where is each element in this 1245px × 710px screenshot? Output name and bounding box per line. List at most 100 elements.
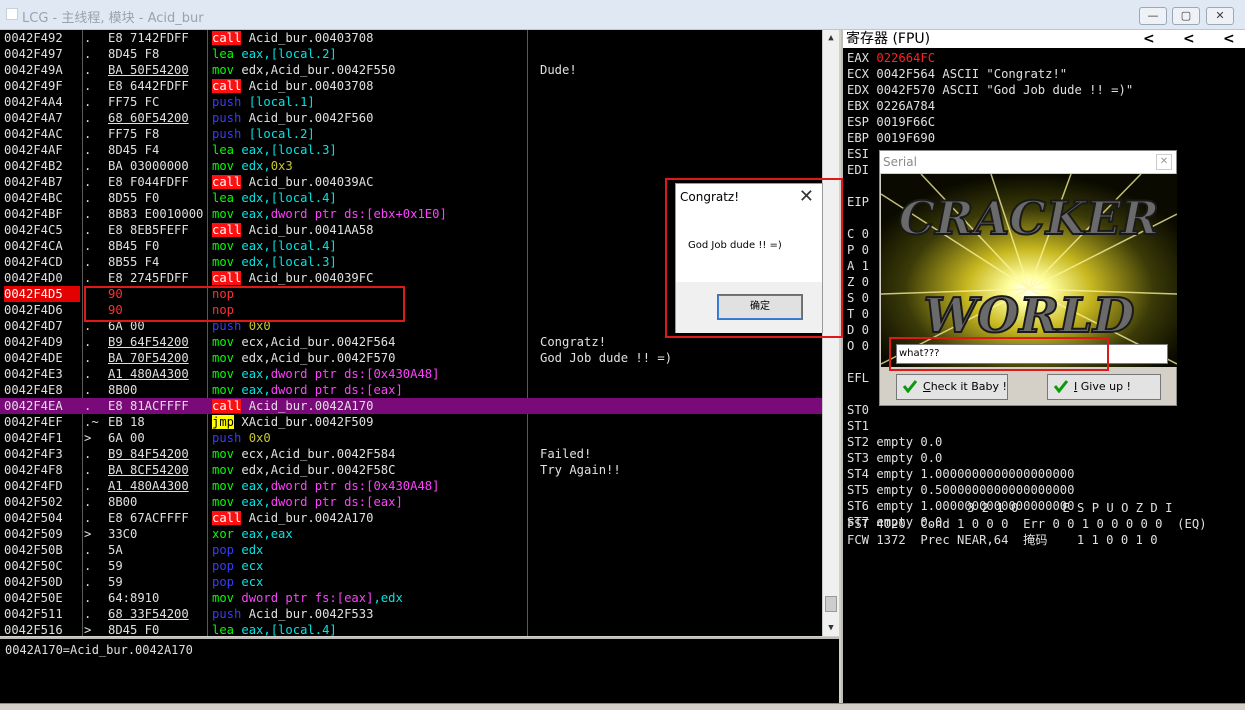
register-line[interactable]	[847, 354, 854, 370]
disasm-row[interactable]: 0042F509 >33C0 xor eax,eax	[0, 526, 822, 542]
register-line[interactable]: ST3 empty 0.0	[847, 450, 942, 466]
disasm-row[interactable]: 0042F50E. 64:8910 mov dword ptr fs:[eax],e…	[0, 590, 822, 606]
register-line[interactable]: ST4 empty 1.0000000000000000000	[847, 466, 1074, 482]
row-operand: edx	[241, 543, 264, 557]
disasm-row[interactable]: 0042F504. E8 67ACFFFF call Acid_bur.0042A1…	[0, 510, 822, 526]
ok-button[interactable]: 确定	[717, 294, 803, 320]
disasm-row[interactable]: 0042F4F8. BA 8CF54200 mov edx,Acid_bur.004…	[0, 462, 822, 478]
window-title: LCG - 主线程, 模块 - Acid_bur	[22, 11, 204, 26]
register-line[interactable]: EBX 0226A784	[847, 98, 935, 114]
row-address: 0042F4E8	[4, 383, 63, 397]
register-label: ESP	[847, 115, 870, 129]
disasm-row[interactable]: 0042F4EA. E8 81ACFFFF call Acid_bur.0042A1…	[0, 398, 822, 414]
register-line[interactable]: EDX 0042F570 ASCII "God Job dude !! =)"	[847, 82, 1133, 98]
register-line[interactable]: EIP	[847, 194, 876, 210]
give-up-button[interactable]: I Give up !	[1047, 374, 1161, 400]
register-line[interactable]: ST0	[847, 402, 876, 418]
row-instruction: push Acid_bur.0042F533	[212, 606, 526, 622]
register-label: ST5	[847, 483, 870, 497]
disasm-row[interactable]: 0042F516 >8D45 F0 lea eax,[local.4]	[0, 622, 822, 636]
register-line[interactable]: ECX 0042F564 ASCII "Congratz!"	[847, 66, 1067, 82]
check-it-baby-button[interactable]: Check it Baby !	[896, 374, 1008, 400]
row-marker: .	[84, 511, 92, 525]
disasm-row[interactable]: 0042F4E3. A1 480A4300 mov eax,dword ptr ds…	[0, 366, 822, 382]
disasm-row[interactable]: 0042F492. E8 7142FDFF call Acid_bur.004037…	[0, 30, 822, 46]
row-mnemonic: call	[212, 31, 242, 45]
register-line[interactable]: EBP 0019F690	[847, 130, 935, 146]
register-line[interactable]: EAX 022664FC	[847, 50, 935, 66]
serial-input-highlight-box	[889, 337, 1109, 371]
disasm-row[interactable]: 0042F50D. 59 pop ecx	[0, 574, 822, 590]
row-mnemonic: mov	[212, 159, 235, 173]
disasm-row[interactable]: 0042F4E8. 8B00 mov eax,dword ptr ds:[eax]	[0, 382, 822, 398]
row-marker: .	[84, 95, 92, 109]
disasm-row[interactable]: 0042F4DE. BA 70F54200 mov edx,Acid_bur.004…	[0, 350, 822, 366]
disasm-row[interactable]: 0042F497. 8D45 F8 lea eax,[local.2]	[0, 46, 822, 62]
scroll-up-arrow-icon[interactable]: ▲	[823, 30, 839, 46]
close-button[interactable]: ✕	[1206, 7, 1234, 25]
row-mnemonic: pop	[212, 559, 235, 573]
scroll-thumb[interactable]	[825, 596, 837, 612]
register-line[interactable]	[847, 210, 854, 226]
disasm-row[interactable]: 0042F4F3. B9 84F54200 mov ecx,Acid_bur.004…	[0, 446, 822, 462]
row-operand: edx,	[241, 463, 271, 477]
row-operand: dword ptr ds:[0x430A48]	[270, 367, 440, 381]
register-line[interactable]: A 1	[847, 258, 876, 274]
register-line[interactable]	[847, 386, 854, 402]
register-line[interactable]: C 0	[847, 226, 876, 242]
row-hex-bytes: BA 8CF54200	[108, 463, 189, 477]
regs-nav-prev-icon[interactable]: <	[1183, 30, 1195, 48]
register-line[interactable]: P 0	[847, 242, 876, 258]
regs-nav-next-icon[interactable]: <	[1223, 30, 1235, 48]
row-address: 0042F4D9	[4, 335, 63, 349]
nop-highlight-box	[84, 286, 405, 322]
disasm-row[interactable]: 0042F4FD. A1 480A4300 mov eax,dword ptr ds…	[0, 478, 822, 494]
register-line[interactable]: ESI	[847, 146, 876, 162]
disasm-row[interactable]: 0042F4AC. FF75 F8 push [local.2]	[0, 126, 822, 142]
checkmark-icon	[1054, 380, 1068, 393]
register-line[interactable]: ST2 empty 0.0	[847, 434, 942, 450]
register-line[interactable]: EFL	[847, 370, 876, 386]
register-line[interactable]	[847, 178, 854, 194]
register-line[interactable]: D 0	[847, 322, 876, 338]
register-line[interactable]: Z 0	[847, 274, 876, 290]
register-line[interactable]: ST5 empty 0.5000000000000000000	[847, 482, 1074, 498]
row-comment: God Job dude !! =)	[540, 351, 673, 365]
regs-nav-back-icon[interactable]: <	[1143, 30, 1155, 48]
disasm-row[interactable]: 0042F4EF .~ EB 18 jmp XAcid_bur.0042F509	[0, 414, 822, 430]
register-line[interactable]: ESP 0019F66C	[847, 114, 935, 130]
close-icon[interactable]: ✕	[1156, 154, 1172, 170]
register-line[interactable]: S 0	[847, 290, 876, 306]
close-icon[interactable]: ✕	[799, 186, 814, 207]
window-title-bar: LCG - 主线程, 模块 - Acid_bur — ▢ ✕	[0, 0, 1245, 30]
register-line[interactable]: EDI	[847, 162, 876, 178]
minimize-button[interactable]: —	[1139, 7, 1167, 25]
disasm-row[interactable]: 0042F511. 68 33F54200 push Acid_bur.0042F5…	[0, 606, 822, 622]
disasm-row[interactable]: 0042F4AF. 8D45 F4 lea eax,[local.3]	[0, 142, 822, 158]
row-operand: [local.4]	[270, 191, 337, 205]
register-line[interactable]: T 0	[847, 306, 876, 322]
row-instruction: lea eax,[local.3]	[212, 142, 526, 158]
disasm-row[interactable]: 0042F50B. 5A pop edx	[0, 542, 822, 558]
disasm-row[interactable]: 0042F4F1 >6A 00 push 0x0	[0, 430, 822, 446]
disasm-row[interactable]: 0042F49A. BA 50F54200 mov edx,Acid_bur.004…	[0, 62, 822, 78]
row-address: 0042F4FD	[4, 479, 63, 493]
row-hex-bytes: BA 50F54200	[108, 63, 189, 77]
row-hex-bytes: B9 64F54200	[108, 335, 189, 349]
disasm-row[interactable]: 0042F50C. 59 pop ecx	[0, 558, 822, 574]
row-hex-bytes: 8D55 F0	[108, 191, 160, 205]
row-mnemonic: lea	[212, 47, 235, 61]
row-mnemonic: mov	[212, 383, 235, 397]
row-operand: [local.4]	[270, 623, 337, 636]
disasm-row[interactable]: 0042F4A7. 68 60F54200 push Acid_bur.0042F5…	[0, 110, 822, 126]
register-line[interactable]: ST1	[847, 418, 876, 434]
scroll-down-arrow-icon[interactable]: ▼	[823, 620, 839, 636]
disasm-row[interactable]: 0042F502. 8B00 mov eax,dword ptr ds:[eax]	[0, 494, 822, 510]
maximize-button[interactable]: ▢	[1172, 7, 1200, 25]
disasm-row[interactable]: 0042F4A4. FF75 FC push [local.1]	[0, 94, 822, 110]
disasm-row[interactable]: 0042F49F. E8 6442FDFF call Acid_bur.004037…	[0, 78, 822, 94]
row-mnemonic: mov	[212, 63, 235, 77]
row-operand: eax,	[241, 623, 271, 636]
register-line[interactable]: O 0	[847, 338, 876, 354]
disasm-row[interactable]: 0042F4B2. BA 03000000 mov edx,0x3	[0, 158, 822, 174]
